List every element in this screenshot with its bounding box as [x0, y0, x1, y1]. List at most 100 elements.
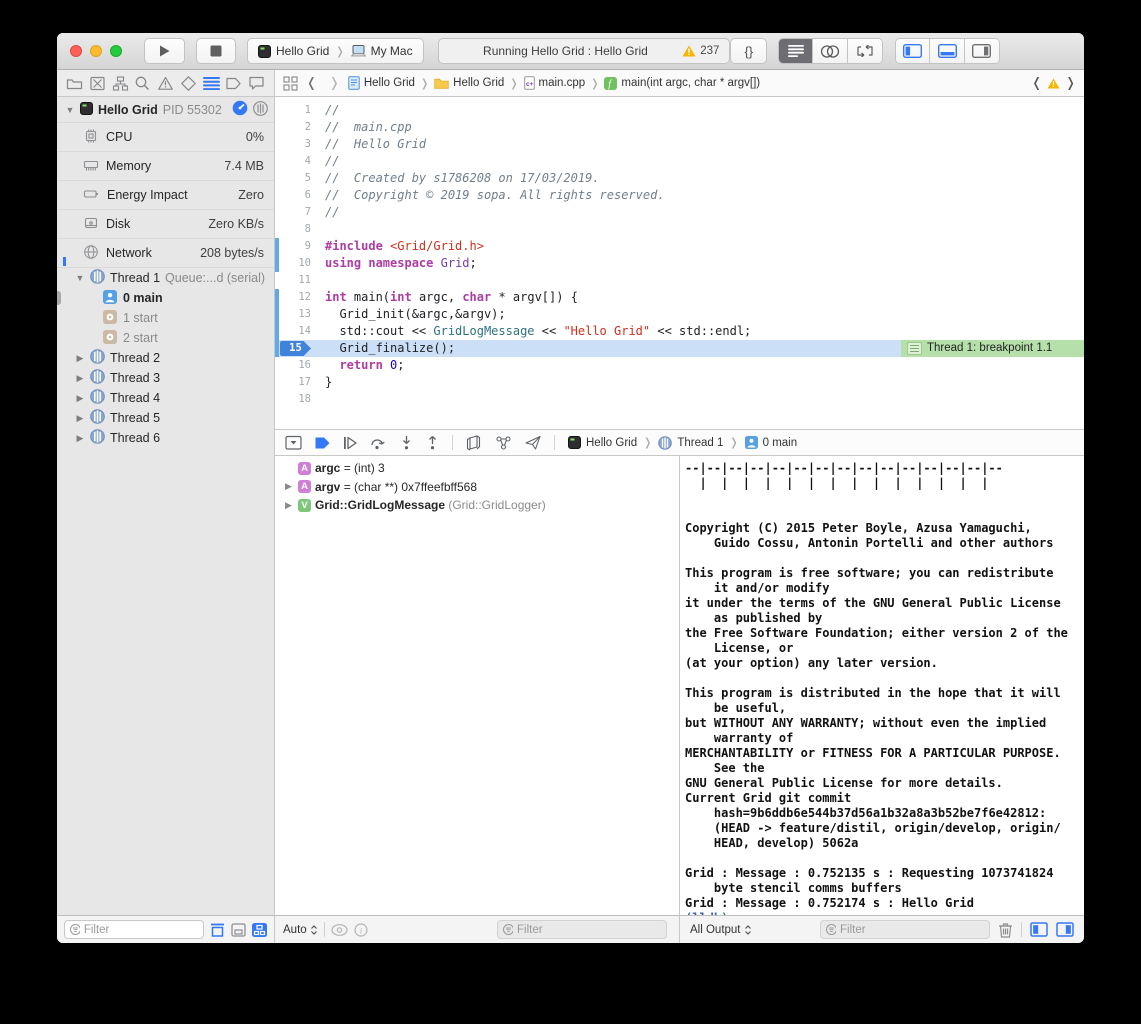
line-number-gutter[interactable]: 15 [275, 340, 319, 357]
toggle-inspector-button[interactable] [965, 39, 999, 63]
view-mode-icon[interactable] [253, 101, 268, 116]
simulate-location-icon[interactable] [525, 435, 541, 450]
line-number-gutter[interactable]: 10 [275, 255, 319, 272]
line-number-gutter[interactable]: 4 [275, 153, 319, 170]
debug-crumb-frame[interactable]: 0 main [763, 437, 798, 449]
variables-filter-field[interactable] [497, 920, 667, 939]
code-line[interactable]: 4// [275, 153, 1084, 170]
activate-breakpoints-icon[interactable] [315, 437, 330, 449]
disclosure-triangle[interactable]: ▼ [75, 273, 85, 283]
disclosure-triangle[interactable]: ▶ [75, 393, 85, 404]
line-number-gutter[interactable]: 2 [275, 119, 319, 136]
version-editor-button[interactable] [848, 39, 882, 63]
zoom-window-button[interactable] [110, 45, 122, 57]
gauge-row-memory[interactable]: Memory7.4 MB [57, 152, 274, 181]
trash-icon[interactable] [998, 922, 1013, 938]
breakpoint-annotation[interactable]: Thread 1: breakpoint 1.1 [901, 340, 1084, 357]
standard-editor-button[interactable] [779, 39, 813, 63]
toggle-debug-area-button[interactable] [930, 39, 964, 63]
step-out-icon[interactable] [426, 435, 439, 450]
console[interactable]: --|--|--|--|--|--|--|--|--|--|--|--|--|-… [680, 456, 1084, 915]
debug-gauge-icon[interactable] [232, 100, 248, 119]
line-number-gutter[interactable]: 11 [275, 272, 319, 289]
disclosure-triangle[interactable]: ▶ [75, 433, 85, 444]
stack-frame-row[interactable]: 2 start [57, 328, 274, 348]
variables-view[interactable]: Aargc = (int) 3▶Aargv = (char **) 0x7ffe… [275, 456, 680, 915]
related-items-icon[interactable] [283, 76, 298, 91]
line-number-gutter[interactable]: 12 [275, 289, 319, 306]
toggle-navigator-button[interactable] [896, 39, 930, 63]
console-output[interactable]: --|--|--|--|--|--|--|--|--|--|--|--|--|-… [680, 456, 1084, 915]
gauge-row-network[interactable]: Network208 bytes/s [57, 239, 274, 268]
assistant-editor-button[interactable] [813, 39, 847, 63]
interesting-filter-toggle-icon[interactable] [252, 923, 267, 937]
code-line[interactable]: 7// [275, 204, 1084, 221]
scheme-selector[interactable]: Hello Grid ❭ My Mac [247, 38, 424, 64]
test-navigator-icon[interactable] [180, 75, 197, 92]
line-number-gutter[interactable]: 16 [275, 357, 319, 374]
back-button[interactable]: ❬ [302, 75, 321, 91]
thread-row[interactable]: ▶Thread 2 [57, 348, 274, 368]
line-number-gutter[interactable]: 6 [275, 187, 319, 204]
navigator-filter-field[interactable] [64, 920, 204, 939]
line-number-gutter[interactable]: 18 [275, 391, 319, 408]
code-line[interactable]: 16 return 0; [275, 357, 1084, 374]
code-line[interactable]: 10using namespace Grid; [275, 255, 1084, 272]
variable-row[interactable]: ▶Aargv = (char **) 0x7ffeefbff568 [275, 478, 679, 497]
code-line[interactable]: 13 Grid_init(&argc,&argv); [275, 306, 1084, 323]
disclosure-triangle[interactable]: ▶ [75, 413, 85, 424]
console-filter-field[interactable] [820, 920, 990, 939]
view-debugger-icon[interactable] [466, 435, 482, 451]
variables-filter-input[interactable] [517, 924, 661, 936]
disclosure-triangle[interactable]: ▶ [283, 481, 294, 492]
symbol-navigator-icon[interactable] [112, 75, 129, 92]
thread-row[interactable]: ▼Thread 1Queue:...d (serial) [57, 268, 274, 288]
variables-scope-popup[interactable]: Auto [283, 924, 318, 936]
continue-icon[interactable] [343, 436, 357, 450]
eye-icon[interactable] [331, 924, 348, 936]
warning-count-badge[interactable]: 237 [682, 45, 719, 57]
jumpbar-crumb-project[interactable]: Hello Grid [364, 77, 415, 89]
report-navigator-icon[interactable] [248, 75, 265, 91]
issue-navigator-icon[interactable] [157, 75, 174, 92]
memory-graph-icon[interactable] [495, 435, 512, 451]
console-filter-input[interactable] [840, 924, 984, 936]
breakpoint-instruction-pointer[interactable]: 15 [280, 341, 311, 356]
debug-crumb-process[interactable]: Hello Grid [586, 437, 637, 449]
hide-debug-area-icon[interactable] [285, 435, 302, 451]
line-number-gutter[interactable]: 3 [275, 136, 319, 153]
jumpbar-crumb-file[interactable]: main.cpp [539, 77, 586, 89]
info-icon[interactable]: i [354, 923, 368, 937]
gauge-row-energy-impact[interactable]: Energy ImpactZero [57, 181, 274, 210]
toggle-console-view-icon[interactable] [1056, 922, 1074, 937]
navigator-filter-input[interactable] [84, 924, 198, 936]
source-control-navigator-icon[interactable] [89, 75, 106, 92]
gauge-row-disk[interactable]: DiskZero KB/s [57, 210, 274, 239]
thread-row[interactable]: ▶Thread 3 [57, 368, 274, 388]
project-navigator-icon[interactable] [66, 75, 83, 92]
code-line[interactable]: 18 [275, 391, 1084, 408]
line-number-gutter[interactable]: 13 [275, 306, 319, 323]
code-line[interactable]: 17} [275, 374, 1084, 391]
step-into-icon[interactable] [400, 435, 413, 450]
line-number-gutter[interactable]: 5 [275, 170, 319, 187]
code-line[interactable]: 15 Grid_finalize();Thread 1: breakpoint … [275, 340, 1084, 357]
view-mode-icon[interactable] [253, 101, 268, 119]
code-line[interactable]: 12int main(int argc, char * argv[]) { [275, 289, 1084, 306]
jumpbar-crumb-group[interactable]: Hello Grid [453, 77, 504, 89]
jumpbar-crumb-symbol[interactable]: main(int argc, char * argv[]) [621, 77, 760, 89]
thread-row[interactable]: ▶Thread 4 [57, 388, 274, 408]
gauge-row-cpu[interactable]: CPU0% [57, 123, 274, 152]
disclosure-triangle[interactable]: ▶ [283, 500, 294, 511]
code-line[interactable]: 14 std::cout << GridLogMessage << "Hello… [275, 323, 1084, 340]
forward-button[interactable]: ❭ [325, 75, 344, 91]
variable-row[interactable]: ▶VGrid::GridLogMessage (Grid::GridLogger… [275, 496, 679, 515]
code-line[interactable]: 2// main.cpp [275, 119, 1084, 136]
code-line[interactable]: 5// Created by s1786208 on 17/03/2019. [275, 170, 1084, 187]
step-over-icon[interactable] [370, 435, 387, 450]
disclosure-triangle[interactable]: ▼ [65, 105, 75, 115]
stack-filter-toggle-icon[interactable] [231, 923, 246, 937]
next-issue-button[interactable]: ❭ [1065, 75, 1076, 91]
line-number-gutter[interactable]: 7 [275, 204, 319, 221]
previous-issue-button[interactable]: ❬ [1031, 75, 1042, 91]
